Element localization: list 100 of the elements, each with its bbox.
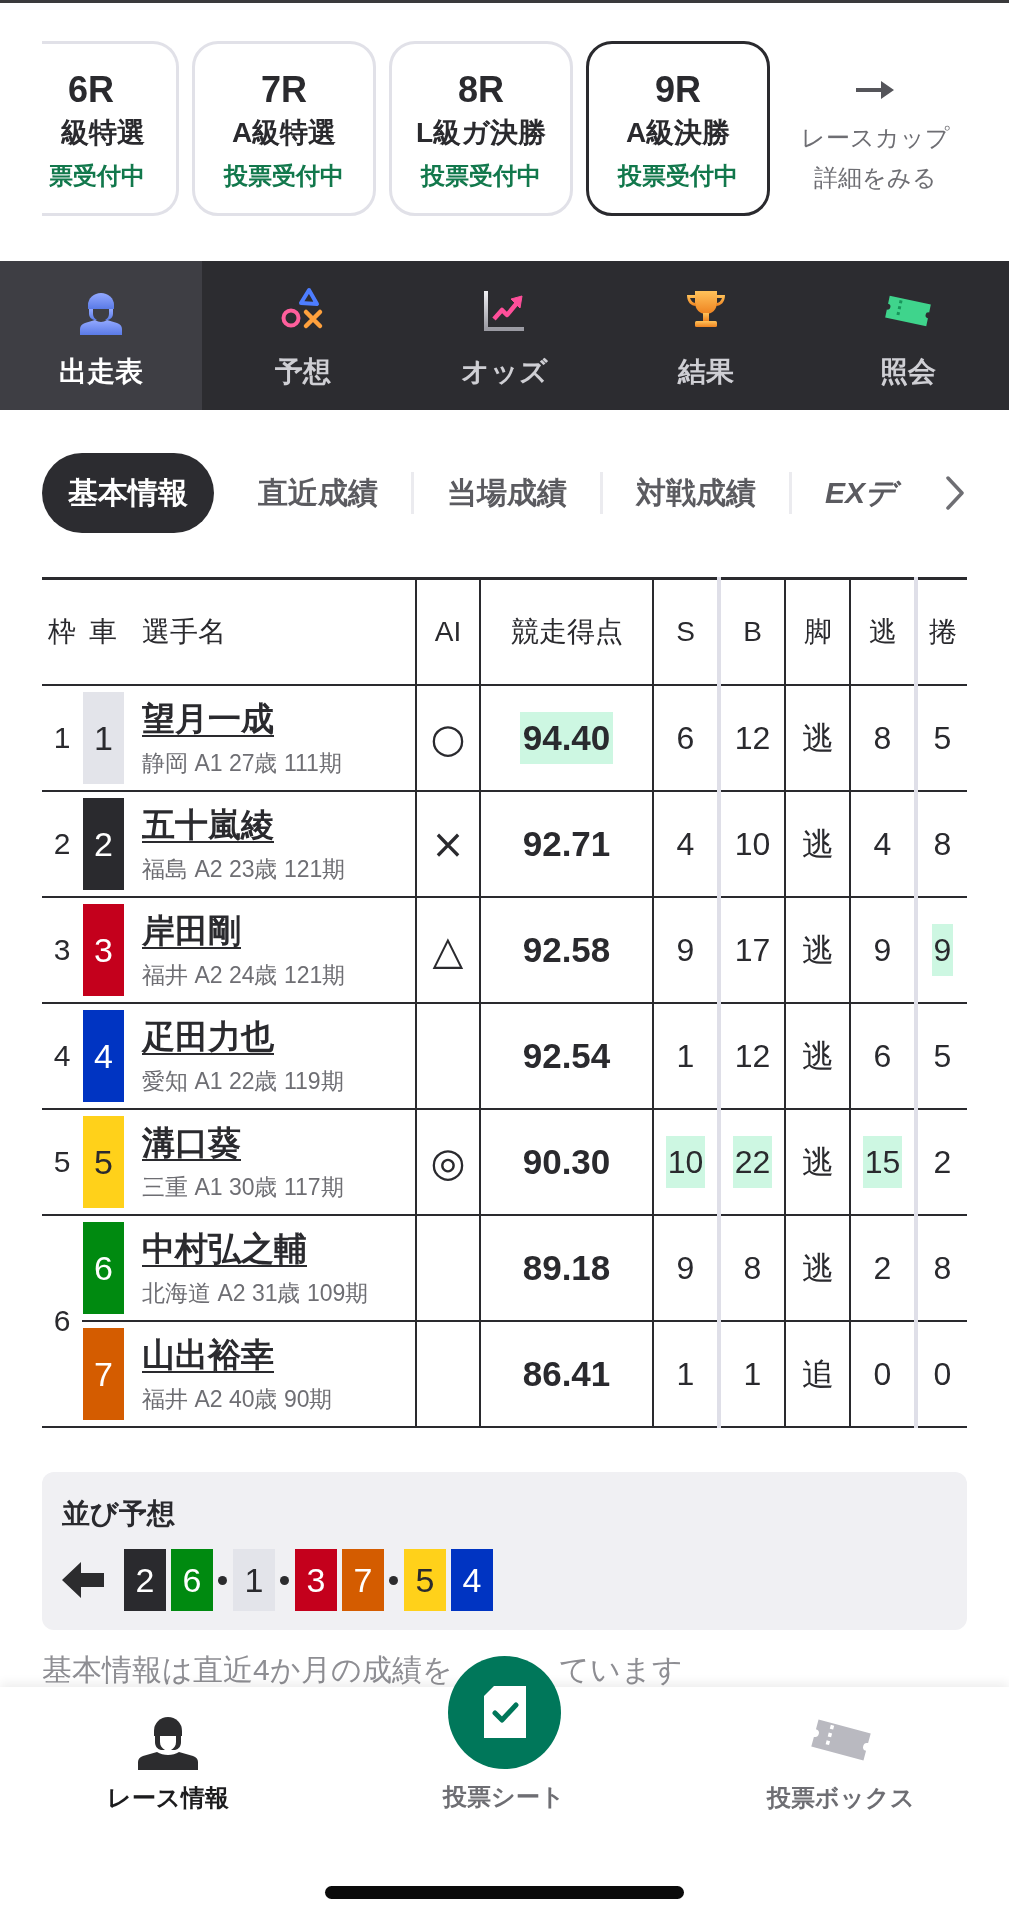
ai-mark: △ <box>432 927 464 973</box>
stat-value: 1 <box>675 1037 696 1076</box>
racer-name-link[interactable]: 疋田力也 <box>142 1017 274 1057</box>
info-tab[interactable]: 直近成績 <box>225 453 411 533</box>
car-number: 3 <box>295 1549 337 1611</box>
stat-value: 15 <box>862 1136 903 1188</box>
car-number: 4 <box>451 1549 493 1611</box>
stat-value: 8 <box>872 719 893 758</box>
race-number: 6R <box>67 68 114 111</box>
ai-mark: ○ <box>430 715 466 761</box>
racer-name-link[interactable]: 溝口葵 <box>142 1123 241 1163</box>
stat-value: 9 <box>675 1249 696 1288</box>
stat-value: 2 <box>872 1249 893 1288</box>
running-style: 逃 <box>800 1143 835 1182</box>
separator-dot-icon <box>218 1575 227 1585</box>
racer-name-link[interactable]: 望月一成 <box>142 699 274 739</box>
car-number: 1 <box>83 692 124 784</box>
frame-number: 6 <box>53 1304 71 1337</box>
racer-profile: 福井 A2 24歳 121期 <box>142 961 346 989</box>
nav-button[interactable]: レース情報 <box>107 1687 230 1813</box>
panel-title: 並び予想 <box>62 1497 176 1531</box>
racer-name-link[interactable]: 山出裕幸 <box>142 1335 274 1375</box>
running-style: 逃 <box>800 825 835 864</box>
nav-tab[interactable]: 予想 <box>201 261 404 410</box>
stat-value: 1 <box>675 1355 696 1394</box>
info-tab[interactable]: EXデ <box>792 453 930 533</box>
stat-value: 5 <box>932 719 953 758</box>
column-header: 捲 <box>928 616 957 647</box>
nav-button[interactable]: 投票ボックス <box>766 1687 915 1813</box>
frame-number: 2 <box>53 827 71 860</box>
info-tab[interactable]: 基本情報 <box>42 453 214 533</box>
stat-value: 22 <box>732 1136 773 1188</box>
running-style: 逃 <box>800 931 835 970</box>
car-number: 6 <box>83 1222 124 1314</box>
score-value: 92.54 <box>521 1035 612 1077</box>
racer-profile: 福島 A2 23歳 121期 <box>142 855 346 883</box>
racer-name-link[interactable]: 五十嵐綾 <box>142 805 274 845</box>
column-header: AI <box>434 616 462 647</box>
race-number: 7R <box>261 68 307 111</box>
racer-profile: 福井 A2 40歳 90期 <box>142 1385 333 1413</box>
score-value: 94.40 <box>519 712 614 764</box>
race-class: A級特選 <box>231 116 337 150</box>
footnote-text: 基本情報は直近4か月の成績を <box>42 1654 453 1686</box>
race-card[interactable]: 7R A級特選 投票受付中 <box>192 41 376 216</box>
info-tab[interactable]: 当場成績 <box>414 453 600 533</box>
car-number: 3 <box>83 904 124 996</box>
stat-value: 8 <box>932 1249 953 1288</box>
car-number: 5 <box>404 1549 446 1611</box>
race-status: 投票受付中 <box>618 161 738 191</box>
race-card[interactable]: 8R L級ガ決勝 投票受付中 <box>389 41 573 216</box>
stat-value: 0 <box>872 1355 893 1394</box>
stat-value: 1 <box>742 1355 763 1394</box>
column-header: 枠 <box>48 616 76 647</box>
nav-tab[interactable]: 出走表 <box>0 261 202 410</box>
stat-value: 9 <box>675 931 696 970</box>
racer-profile: 愛知 A1 22歳 119期 <box>142 1067 344 1095</box>
score-value: 90.30 <box>521 1141 612 1183</box>
stat-value: 10 <box>733 825 772 864</box>
running-style: 逃 <box>800 1037 835 1076</box>
stat-value: 4 <box>872 825 893 864</box>
stat-value: 6 <box>872 1037 893 1076</box>
stat-value: 4 <box>675 825 696 864</box>
racer-profile: 三重 A1 30歳 117期 <box>142 1173 344 1201</box>
race-status: 投票受付中 <box>421 161 541 191</box>
car-number: 4 <box>83 1010 124 1102</box>
frame-number: 4 <box>53 1039 71 1072</box>
frame-number: 1 <box>53 721 71 754</box>
frame-number: 3 <box>53 933 71 966</box>
stat-value: 17 <box>733 931 772 970</box>
score-value: 89.18 <box>521 1247 612 1289</box>
race-class: 級特選 <box>61 116 145 150</box>
footnote-text: ています <box>558 1654 683 1686</box>
ai-mark: ◎ <box>430 1139 466 1185</box>
stat-value: 8 <box>742 1249 763 1288</box>
racer-profile: 静岡 A1 27歳 111期 <box>142 749 342 777</box>
car-number: 1 <box>233 1549 275 1611</box>
nav-tab[interactable]: 結果 <box>605 261 808 410</box>
race-card[interactable]: 6R 級特選 票受付中 <box>42 41 179 216</box>
score-value: 92.71 <box>521 823 612 865</box>
stat-value: 12 <box>733 719 772 758</box>
car-number: 7 <box>342 1549 384 1611</box>
stat-value: 8 <box>932 825 953 864</box>
race-status: 投票受付中 <box>224 161 344 191</box>
column-header: 競走得点 <box>510 616 623 647</box>
racer-name-link[interactable]: 岸田剛 <box>142 911 241 951</box>
running-style: 逃 <box>800 1249 835 1288</box>
race-cup-details-link[interactable]: レースカップ詳細をみる <box>783 41 967 198</box>
nav-tab[interactable]: オッズ <box>403 261 606 410</box>
info-tab[interactable]: 対戦成績 <box>603 453 789 533</box>
race-number: 8R <box>458 68 504 111</box>
running-style: 逃 <box>800 719 835 758</box>
frame-number: 5 <box>53 1145 71 1178</box>
column-header: 逃 <box>868 616 897 647</box>
nav-tab[interactable]: 照会 <box>807 261 1009 410</box>
race-card[interactable]: 9R A級決勝 投票受付中 <box>586 41 770 216</box>
racer-name-link[interactable]: 中村弘之輔 <box>142 1229 307 1269</box>
race-number: 9R <box>655 68 701 111</box>
arrow-left-icon <box>62 1562 104 1598</box>
separator-dot-icon <box>280 1575 289 1585</box>
race-status: 票受付中 <box>49 161 145 191</box>
